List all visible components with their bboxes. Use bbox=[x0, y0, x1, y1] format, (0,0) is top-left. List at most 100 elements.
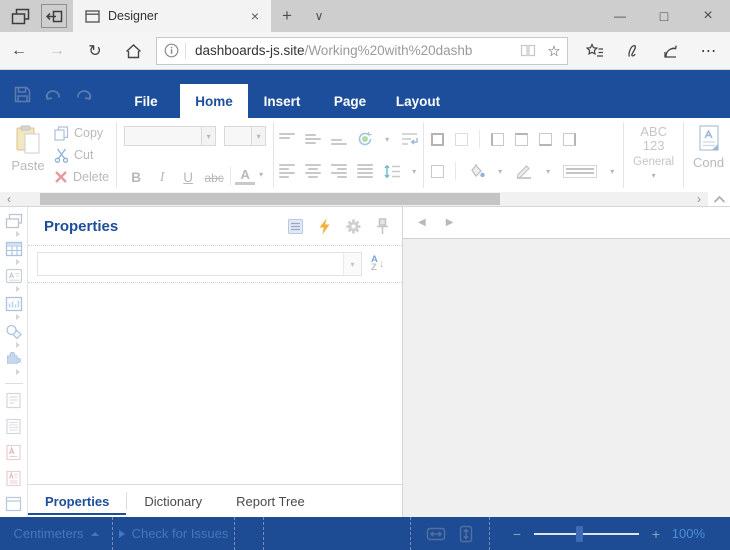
tab-dictionary[interactable]: Dictionary bbox=[127, 485, 219, 517]
previous-page-icon[interactable]: ◀ bbox=[418, 217, 426, 228]
align-bottom-icon bbox=[331, 133, 347, 145]
align-right-icon bbox=[331, 164, 347, 178]
border-outside-icon bbox=[431, 165, 444, 178]
pin-panel-icon[interactable] bbox=[376, 218, 389, 235]
site-info-icon[interactable] bbox=[157, 43, 185, 58]
fit-page-height-icon[interactable] bbox=[458, 525, 474, 543]
font-color-button: A bbox=[235, 167, 255, 185]
fit-page-width-icon[interactable] bbox=[426, 526, 446, 542]
zoom-controls: − + 100% bbox=[490, 517, 730, 550]
pen-dropdown-icon: ▾ bbox=[544, 167, 552, 176]
fill-dropdown-icon: ▾ bbox=[496, 167, 504, 176]
word-wrap-icon bbox=[401, 132, 418, 146]
collapse-ribbon-icon[interactable] bbox=[708, 192, 730, 206]
zoom-percent[interactable]: 100% bbox=[669, 526, 721, 541]
paste-label: Paste bbox=[11, 158, 44, 173]
ribbon-tab-layout[interactable]: Layout bbox=[384, 84, 452, 118]
set-tabs-aside-icon[interactable] bbox=[41, 4, 67, 28]
window-maximize-button[interactable]: □ bbox=[642, 0, 686, 32]
toolbox-card-icon[interactable] bbox=[5, 268, 23, 296]
property-grid-icon[interactable] bbox=[287, 218, 304, 235]
border-top-icon bbox=[515, 133, 528, 146]
refresh-icon[interactable]: ↻ bbox=[76, 32, 114, 70]
toolbox-text-icon[interactable] bbox=[5, 388, 22, 414]
zoom-slider-thumb[interactable] bbox=[576, 526, 583, 542]
scrollbar-thumb[interactable] bbox=[40, 193, 500, 205]
cut-button: Cut bbox=[54, 145, 109, 165]
component-select-dropdown-icon[interactable]: ▾ bbox=[343, 253, 361, 275]
align-justify-icon bbox=[357, 164, 373, 178]
check-for-issues-button[interactable]: Check for Issues bbox=[113, 517, 234, 550]
zoom-out-button[interactable]: − bbox=[504, 526, 530, 542]
window-close-button[interactable]: × bbox=[686, 0, 730, 32]
home-icon[interactable] bbox=[114, 32, 152, 70]
scroll-right-icon[interactable]: › bbox=[690, 192, 708, 206]
toolbox-indicator-icon[interactable] bbox=[5, 296, 23, 324]
address-bar[interactable]: dashboards-js.site/Working%20with%20dash… bbox=[156, 37, 568, 65]
toolbox-pages-icon[interactable] bbox=[5, 213, 23, 241]
new-tab-button[interactable]: + bbox=[271, 0, 303, 32]
window-minimize-button[interactable]: — bbox=[598, 0, 642, 32]
forward-icon: → bbox=[38, 32, 76, 70]
tab-report-tree[interactable]: Report Tree bbox=[219, 485, 322, 517]
browser-tab-designer[interactable]: Designer × bbox=[73, 0, 271, 32]
share-icon[interactable] bbox=[652, 32, 690, 70]
status-empty-cell bbox=[235, 517, 263, 550]
tab-close-icon[interactable]: × bbox=[245, 6, 265, 26]
more-actions-icon[interactable]: ⋯ bbox=[690, 32, 728, 70]
paste-button: Paste bbox=[4, 121, 52, 189]
status-bar: Centimeters Check for Issues − + 100% bbox=[0, 517, 730, 550]
back-icon[interactable]: ← bbox=[0, 32, 38, 70]
canvas-empty-area[interactable] bbox=[403, 239, 730, 517]
windows-ink-pen-icon[interactable] bbox=[614, 32, 652, 70]
scrollbar-track[interactable] bbox=[18, 192, 690, 206]
ribbon-toolbar: Paste Copy Cut Delete bbox=[0, 118, 730, 192]
add-favorite-star-icon[interactable]: ☆ bbox=[541, 42, 567, 60]
border-style-icon bbox=[563, 165, 597, 178]
ribbon-tab-home[interactable]: Home bbox=[180, 84, 248, 118]
font-color-dropdown-icon: ▾ bbox=[257, 170, 265, 179]
toolbox-custom-component-icon[interactable] bbox=[5, 351, 23, 379]
ribbon-tab-file[interactable]: File bbox=[112, 84, 180, 118]
tab-list-chevron-icon[interactable]: ∨ bbox=[303, 0, 335, 32]
page-nav-strip: ◀ ▶ bbox=[403, 207, 730, 239]
panel-tab-bar: Properties Dictionary Report Tree bbox=[28, 484, 402, 517]
next-page-icon[interactable]: ▶ bbox=[446, 217, 454, 228]
toolbox-text-a-icon[interactable] bbox=[5, 439, 22, 465]
align-middle-icon bbox=[305, 134, 321, 144]
number-format-group[interactable]: ABC 123 General ▾ bbox=[627, 121, 680, 189]
ribbon-tab-insert[interactable]: Insert bbox=[248, 84, 316, 118]
redo-icon bbox=[75, 86, 93, 102]
toolbox-shapes-icon[interactable] bbox=[5, 324, 23, 352]
font-name-select[interactable]: ▾ bbox=[124, 126, 216, 146]
abc-label: ABC bbox=[640, 124, 667, 139]
units-selector[interactable]: Centimeters bbox=[0, 517, 112, 550]
conditions-label: Cond bbox=[693, 155, 724, 170]
toolbox-panel-icon[interactable] bbox=[5, 491, 22, 517]
strikethrough-button: abc bbox=[202, 171, 226, 185]
hub-favorites-icon[interactable] bbox=[576, 32, 614, 70]
events-lightning-icon[interactable] bbox=[318, 218, 331, 235]
spacing-dropdown-icon: ▾ bbox=[410, 167, 418, 176]
delete-button: Delete bbox=[54, 167, 109, 187]
tabs-set-aside-list-icon[interactable] bbox=[7, 4, 33, 28]
toolbox-table-icon[interactable] bbox=[5, 241, 23, 269]
toolbox-text-b-icon[interactable] bbox=[5, 465, 22, 491]
font-size-select[interactable]: ▾ bbox=[224, 126, 266, 146]
border-all-icon bbox=[431, 133, 444, 146]
zoom-slider[interactable] bbox=[534, 533, 639, 535]
font-size-dropdown-icon[interactable]: ▾ bbox=[252, 126, 266, 146]
design-canvas: ◀ ▶ bbox=[403, 207, 730, 517]
zoom-in-button[interactable]: + bbox=[643, 526, 669, 542]
ribbon-tab-page[interactable]: Page bbox=[316, 84, 384, 118]
settings-gear-icon[interactable] bbox=[345, 218, 362, 235]
component-select[interactable]: ▾ bbox=[37, 252, 362, 276]
main-area: Properties ▾ bbox=[0, 207, 730, 517]
sort-az-icon[interactable]: AZ ↓ bbox=[371, 256, 393, 273]
tab-properties[interactable]: Properties bbox=[28, 485, 126, 517]
url-text[interactable]: dashboards-js.site/Working%20with%20dash… bbox=[186, 43, 515, 58]
scroll-left-icon[interactable]: ‹ bbox=[0, 192, 18, 206]
units-label: Centimeters bbox=[13, 526, 83, 541]
font-name-dropdown-icon[interactable]: ▾ bbox=[202, 126, 216, 146]
toolbox-rich-text-icon[interactable] bbox=[5, 414, 22, 440]
